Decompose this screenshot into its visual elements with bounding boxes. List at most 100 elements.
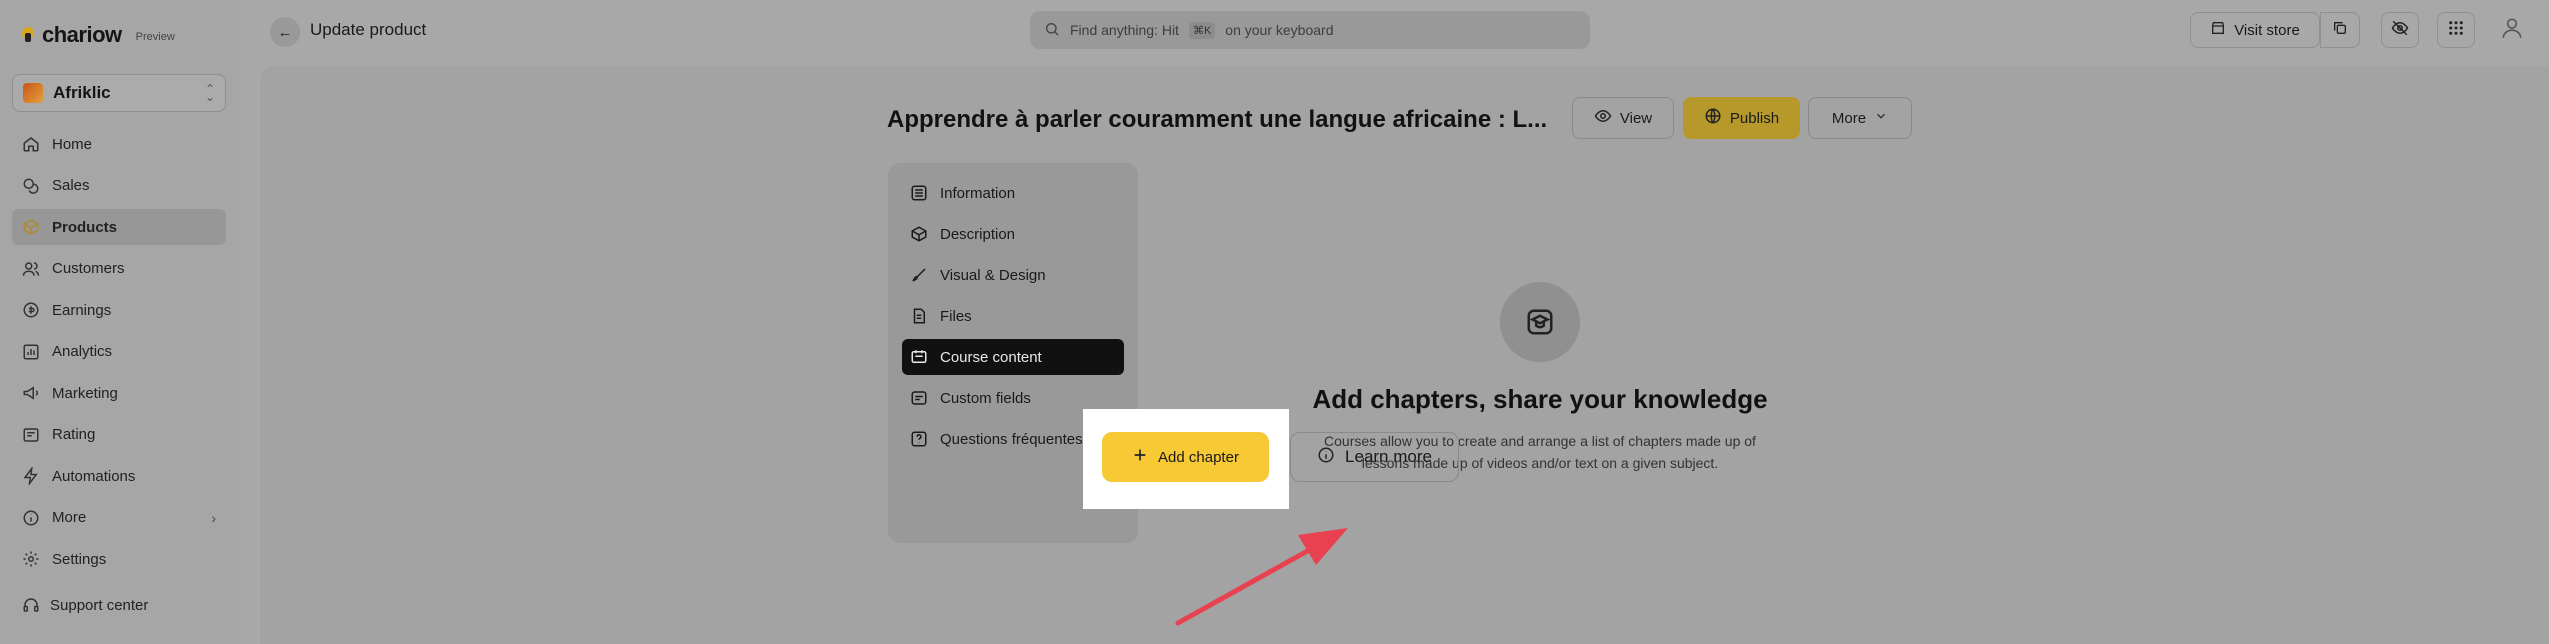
sidebar-item-label: Sales (52, 177, 90, 194)
support-center-label: Support center (50, 596, 149, 614)
add-chapter-button[interactable]: Add chapter (1102, 432, 1269, 482)
empty-state-title: Add chapters, share your knowledge (1312, 384, 1768, 414)
chevron-down-icon (1874, 109, 1888, 127)
apps-grid-button[interactable] (2437, 12, 2475, 48)
info-circle-icon (1317, 446, 1335, 469)
eye-icon (1594, 107, 1612, 129)
earnings-icon (22, 301, 40, 319)
headset-icon (22, 596, 40, 614)
sidebar-item-label: Analytics (52, 343, 113, 360)
publish-button[interactable]: Publish (1683, 97, 1800, 139)
view-button[interactable]: View (1572, 97, 1674, 139)
megaphone-icon (22, 384, 40, 402)
copy-link-button[interactable] (2320, 12, 2360, 48)
sidebar-item-label: Automations (52, 467, 136, 485)
search-placeholder: Find anything: Hit (1070, 22, 1179, 38)
arrow-left-icon: ← (277, 23, 293, 41)
chariow-logo-icon (20, 27, 36, 43)
top-bar: ← Update product Find anything: Hit ⌘K o… (240, 0, 2549, 66)
cube-icon (910, 225, 928, 243)
box-icon (22, 218, 40, 236)
eye-off-icon (2391, 19, 2409, 42)
fields-icon (910, 389, 928, 407)
more-label: More (1831, 109, 1867, 127)
plus-icon (1132, 447, 1148, 467)
tab-description[interactable]: Description (902, 216, 1124, 252)
sidebar-item-products[interactable]: Products (12, 209, 226, 245)
tab-course-content[interactable]: Course content (902, 339, 1124, 375)
chevron-updown-icon: ⌃ ⌄ (204, 82, 215, 104)
info-icon (22, 509, 40, 527)
tab-label: Questions fréquentes (940, 430, 1083, 448)
tab-files[interactable]: Files (902, 298, 1124, 334)
sidebar-item-label: Marketing (52, 384, 118, 402)
rating-icon (22, 426, 40, 444)
visit-store-button[interactable]: Visit store (2190, 12, 2320, 48)
product-title: Apprendre à parler couramment une langue… (887, 106, 1547, 133)
users-icon (22, 260, 40, 278)
sidebar-item-label: Home (52, 135, 93, 153)
sidebar-item-rating[interactable]: Rating (12, 417, 226, 453)
hide-preview-button[interactable] (2381, 12, 2419, 48)
learn-more-button[interactable]: Learn more (1290, 432, 1459, 482)
support-center-link[interactable]: Support center (22, 596, 148, 614)
sidebar-item-sales[interactable]: Sales (12, 168, 226, 204)
tab-label: Files (940, 307, 972, 325)
sidebar-item-label: Settings (52, 550, 107, 568)
coins-icon (22, 177, 40, 195)
copy-icon (2332, 20, 2348, 41)
file-icon (910, 307, 928, 325)
shortcut-hint: ⌘K (1188, 21, 1216, 39)
brand-logo[interactable]: chariow Preview (20, 22, 175, 48)
app-root: chariow Preview Afriklic ⌃ ⌄ Home Sales P… (0, 0, 2549, 644)
sidebar-item-customers[interactable]: Customers (12, 251, 226, 287)
add-chapter-label: Add chapter (1158, 448, 1239, 466)
brush-icon (910, 266, 928, 284)
sidebar-nav: Home Sales Products Customers Earnings A… (12, 126, 226, 583)
sidebar-item-label: Rating (52, 426, 96, 443)
sidebar-item-label: Earnings (52, 301, 112, 319)
home-icon (22, 135, 40, 153)
main-panel: Apprendre à parler couramment une langue… (260, 66, 2549, 644)
brand-name: chariow (42, 22, 122, 47)
tab-information[interactable]: Information (902, 175, 1124, 211)
question-icon (910, 430, 928, 448)
learn-more-label: Learn more (1345, 447, 1432, 466)
course-icon (910, 348, 928, 366)
user-avatar-icon (2499, 15, 2525, 46)
sidebar-item-analytics[interactable]: Analytics (12, 334, 226, 370)
page-title: Update product (310, 20, 427, 39)
sidebar-item-more[interactable]: More › (12, 500, 226, 536)
grid-icon (2447, 19, 2465, 42)
list-icon (910, 184, 928, 202)
user-menu-button[interactable] (2493, 12, 2531, 48)
store-switcher[interactable]: Afriklic ⌃ ⌄ (12, 74, 226, 112)
sidebar-item-automations[interactable]: Automations (12, 458, 226, 494)
tab-visual-design[interactable]: Visual & Design (902, 257, 1124, 293)
more-dropdown-button[interactable]: More (1808, 97, 1912, 139)
tab-label: Visual & Design (940, 266, 1046, 284)
sidebar: chariow Preview Afriklic ⌃ ⌄ Home Sales P… (0, 0, 240, 644)
graduation-cap-icon (1500, 282, 1580, 362)
bolt-icon (22, 467, 40, 485)
sidebar-item-marketing[interactable]: Marketing (12, 375, 226, 411)
search-input[interactable]: Find anything: Hit ⌘K on your keyboard (1030, 11, 1590, 49)
sidebar-item-label: Products (52, 218, 118, 236)
search-placeholder-suffix: on your keyboard (1225, 22, 1334, 38)
globe-icon (1704, 107, 1722, 129)
sidebar-item-settings[interactable]: Settings (12, 541, 226, 577)
sidebar-item-home[interactable]: Home (12, 126, 226, 162)
tab-label: Custom fields (940, 389, 1031, 407)
tab-label: Description (940, 225, 1016, 243)
visit-store-label: Visit store (2234, 21, 2300, 39)
store-avatar (23, 83, 43, 103)
sidebar-item-label: Customers (52, 260, 125, 277)
store-icon (2210, 20, 2226, 40)
search-icon (1044, 21, 1060, 40)
back-button[interactable]: ← (270, 17, 300, 47)
preview-badge: Preview (135, 31, 175, 43)
chevron-right-icon: › (211, 509, 216, 526)
sidebar-item-earnings[interactable]: Earnings (12, 292, 226, 328)
sidebar-item-label: More (52, 509, 87, 526)
tab-label: Information (940, 184, 1016, 202)
